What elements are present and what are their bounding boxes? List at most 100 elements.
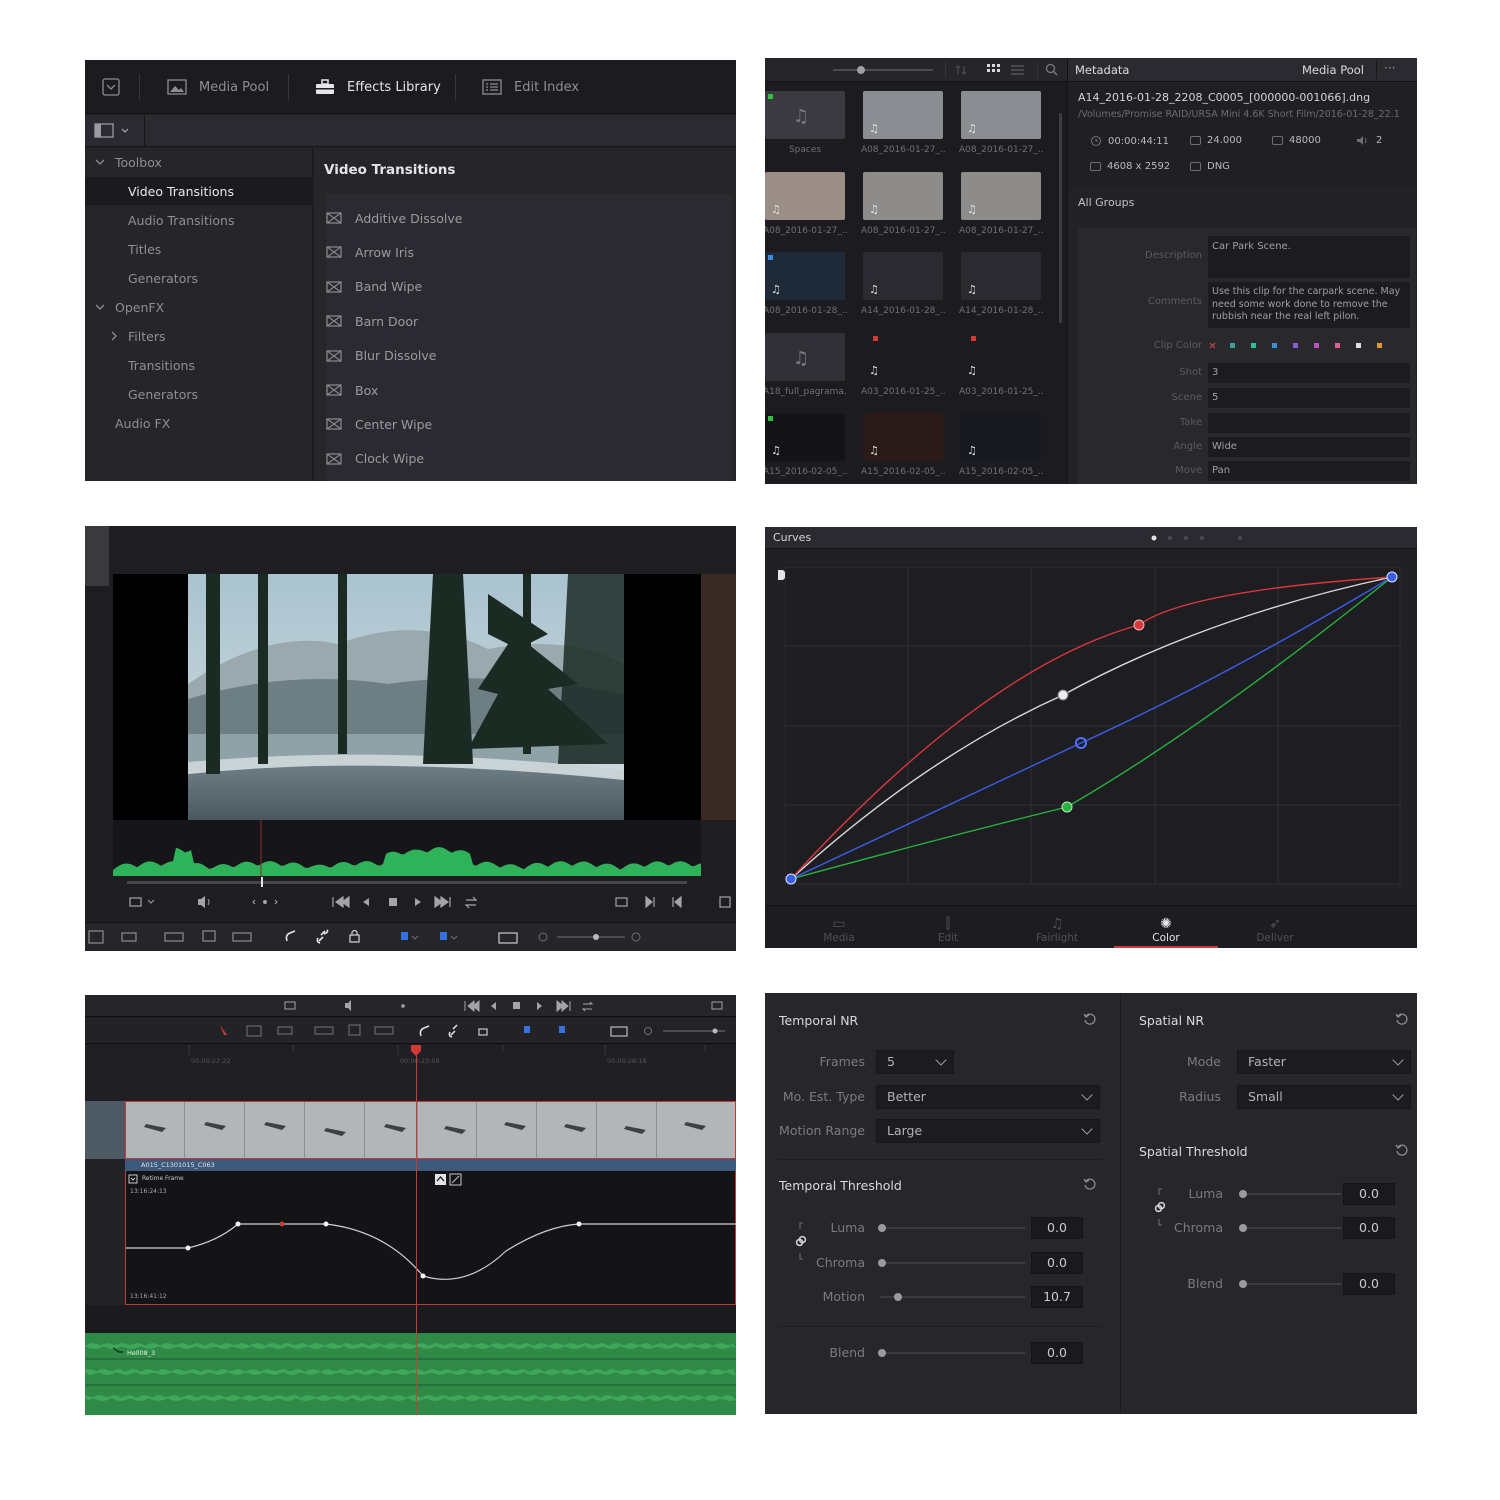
playhead[interactable] — [416, 1051, 417, 1415]
mo-est-type-dropdown[interactable]: Better — [876, 1085, 1100, 1109]
video-clip[interactable] — [125, 1101, 736, 1159]
angle-field[interactable]: Wide — [1208, 437, 1410, 457]
spatial-chroma-slider[interactable] — [1241, 1227, 1341, 1229]
temporal-chroma-slider[interactable] — [880, 1262, 1025, 1264]
tree-item-generators[interactable]: Generators — [85, 264, 313, 292]
page-fairlight[interactable]: ♫ Fairlight — [1003, 906, 1111, 948]
clip-thumbnail-item[interactable]: ♫ A08_2016-01-28_... — [765, 252, 847, 316]
scrollbar[interactable] — [1059, 113, 1062, 323]
clip-thumbnail-item[interactable]: ♫ A18_full_pagrama... — [765, 332, 847, 397]
collapse-icon[interactable] — [128, 1174, 138, 1184]
clip-thumbnail-item[interactable]: ♫ A08_2016-01-27_... — [861, 171, 945, 236]
transition-item[interactable]: Additive Dissolve — [326, 208, 462, 228]
transition-item[interactable]: Band Wipe — [326, 277, 422, 297]
transition-item[interactable]: Barn Door — [326, 311, 418, 331]
comments-field[interactable]: Use this clip for the carpark scene. May… — [1208, 282, 1410, 328]
motion-value[interactable]: 10.7 — [1031, 1286, 1083, 1308]
page-media[interactable]: ▭ Media — [785, 906, 893, 948]
clip-thumbnail-item[interactable]: ♫ A08_2016-01-27_... — [959, 171, 1043, 236]
shot-field[interactable]: 3 — [1208, 363, 1410, 383]
page-color[interactable]: ✺ Color — [1112, 906, 1220, 948]
transition-item[interactable]: Box — [326, 380, 378, 400]
keyframe-buttons[interactable] — [434, 1173, 464, 1187]
panel-layout-icon[interactable] — [94, 123, 134, 139]
temporal-luma-slider[interactable] — [880, 1227, 1025, 1229]
tree-item-titles[interactable]: Titles — [85, 235, 313, 263]
timeline-ruler[interactable] — [85, 1045, 736, 1101]
zoom-slider[interactable] — [833, 69, 933, 71]
motion-range-dropdown[interactable]: Large — [876, 1119, 1100, 1143]
clip-thumbnail-item[interactable]: ♫ A08_2016-01-27_... — [959, 91, 1043, 155]
description-field[interactable]: Car Park Scene. — [1208, 236, 1410, 278]
tab-effects-library[interactable]: Effects Library — [315, 75, 441, 99]
tree-item-audio-fx[interactable]: Audio FX — [85, 409, 313, 437]
tree-item-transitions[interactable]: Transitions — [85, 351, 313, 379]
metadata-source[interactable]: Media Pool — [1302, 63, 1364, 77]
spatial-chroma-handle[interactable] — [1239, 1224, 1247, 1232]
clip-thumbnail-item[interactable]: ♫ A08_2016-01-27_... — [765, 171, 847, 236]
radius-dropdown[interactable]: Small — [1237, 1085, 1411, 1109]
page-deliver[interactable]: ➶ Deliver — [1221, 906, 1329, 948]
curves-graph[interactable] — [785, 567, 1401, 885]
frames-dropdown[interactable]: 5 — [876, 1050, 954, 1074]
reset-icon[interactable] — [1395, 1012, 1409, 1026]
spatial-luma-slider[interactable] — [1241, 1193, 1341, 1195]
temporal-chroma-handle[interactable] — [878, 1259, 886, 1267]
spatial-luma-value[interactable]: 0.0 — [1343, 1183, 1395, 1205]
scene-field[interactable]: 5 — [1208, 388, 1410, 408]
sort-icon[interactable] — [955, 64, 967, 76]
list-view-icon[interactable] — [1011, 64, 1025, 76]
clip-thumbnail-item[interactable]: ♫ A03_2016-01-25_... — [959, 332, 1043, 397]
reset-icon[interactable] — [1083, 1012, 1097, 1026]
tree-item-filters[interactable]: Filters — [85, 322, 313, 350]
transition-item[interactable]: Arrow Iris — [326, 242, 414, 262]
dropdown-toggle-icon[interactable] — [102, 78, 120, 96]
search-icon[interactable] — [1045, 63, 1058, 76]
spatial-blend-handle[interactable] — [1239, 1280, 1247, 1288]
spatial-luma-handle[interactable] — [1239, 1190, 1247, 1198]
thumbnail-view-icon[interactable] — [987, 64, 1001, 76]
transition-item[interactable]: Center Wipe — [326, 414, 432, 434]
tree-item-video-transitions[interactable]: Video Transitions — [85, 177, 313, 205]
tree-item-toolbox[interactable]: Toolbox — [85, 148, 313, 176]
tree-item-audio-transitions[interactable]: Audio Transitions — [85, 206, 313, 234]
temporal-chroma-value[interactable]: 0.0 — [1031, 1252, 1083, 1274]
temporal-blend-handle[interactable] — [878, 1349, 886, 1357]
clip-thumbnail-item[interactable]: ♫ A14_2016-01-28_... — [861, 252, 945, 316]
page-edit[interactable]: ⫿ Edit — [894, 906, 1002, 948]
motion-handle[interactable] — [894, 1293, 902, 1301]
more-options-button[interactable]: ··· — [1384, 61, 1395, 75]
zoom-slider-handle[interactable] — [857, 66, 865, 74]
tab-edit-index[interactable]: Edit Index — [482, 75, 579, 99]
audio-clip[interactable] — [85, 1333, 736, 1415]
mode-dropdown[interactable]: Faster — [1237, 1050, 1411, 1074]
transition-item[interactable]: Clock Wipe — [326, 449, 424, 469]
clip-thumbnail-item[interactable]: ♫ A15_2016-02-05_... — [765, 413, 847, 477]
spatial-blend-value[interactable]: 0.0 — [1343, 1273, 1395, 1295]
reset-icon[interactable] — [1083, 1177, 1097, 1191]
metadata-groups-selector[interactable]: All Groups — [1078, 196, 1134, 209]
move-field[interactable]: Pan — [1208, 461, 1410, 481]
reset-icon[interactable] — [1395, 1143, 1409, 1157]
transition-item[interactable]: Blur Dissolve — [326, 346, 436, 366]
temporal-blend-value[interactable]: 0.0 — [1031, 1342, 1083, 1364]
temporal-blend-slider[interactable] — [880, 1352, 1025, 1354]
clip-thumbnail-item[interactable]: ♫ A03_2016-01-25_... — [861, 332, 945, 397]
tab-media-pool[interactable]: Media Pool — [167, 75, 269, 99]
clip-thumbnail-item[interactable]: ♫ A14_2016-01-28_... — [959, 252, 1043, 316]
spatial-chroma-value[interactable]: 0.0 — [1343, 1217, 1395, 1239]
retime-curve-editor[interactable]: Retime Frame 13:16:24:13 13:16:41:12 — [125, 1171, 736, 1305]
scrubber-track[interactable] — [127, 881, 687, 884]
temporal-luma-handle[interactable] — [878, 1224, 886, 1232]
take-field[interactable] — [1208, 413, 1410, 433]
clip-thumbnail-item[interactable]: ♫ A08_2016-01-27_... — [861, 91, 945, 155]
temporal-luma-value[interactable]: 0.0 — [1031, 1217, 1083, 1239]
tree-item-openfx[interactable]: OpenFX — [85, 293, 313, 321]
video-viewer[interactable] — [113, 574, 701, 820]
scrubber-playhead[interactable] — [261, 877, 263, 887]
tree-item-generators-openfx[interactable]: Generators — [85, 380, 313, 408]
page-dots[interactable] — [1150, 534, 1250, 542]
clip-thumbnail-item[interactable]: ♫ A15_2016-02-05_... — [861, 413, 945, 477]
clip-thumbnail-item[interactable]: ♫ Spaces — [765, 91, 847, 155]
spatial-blend-slider[interactable] — [1241, 1283, 1341, 1285]
